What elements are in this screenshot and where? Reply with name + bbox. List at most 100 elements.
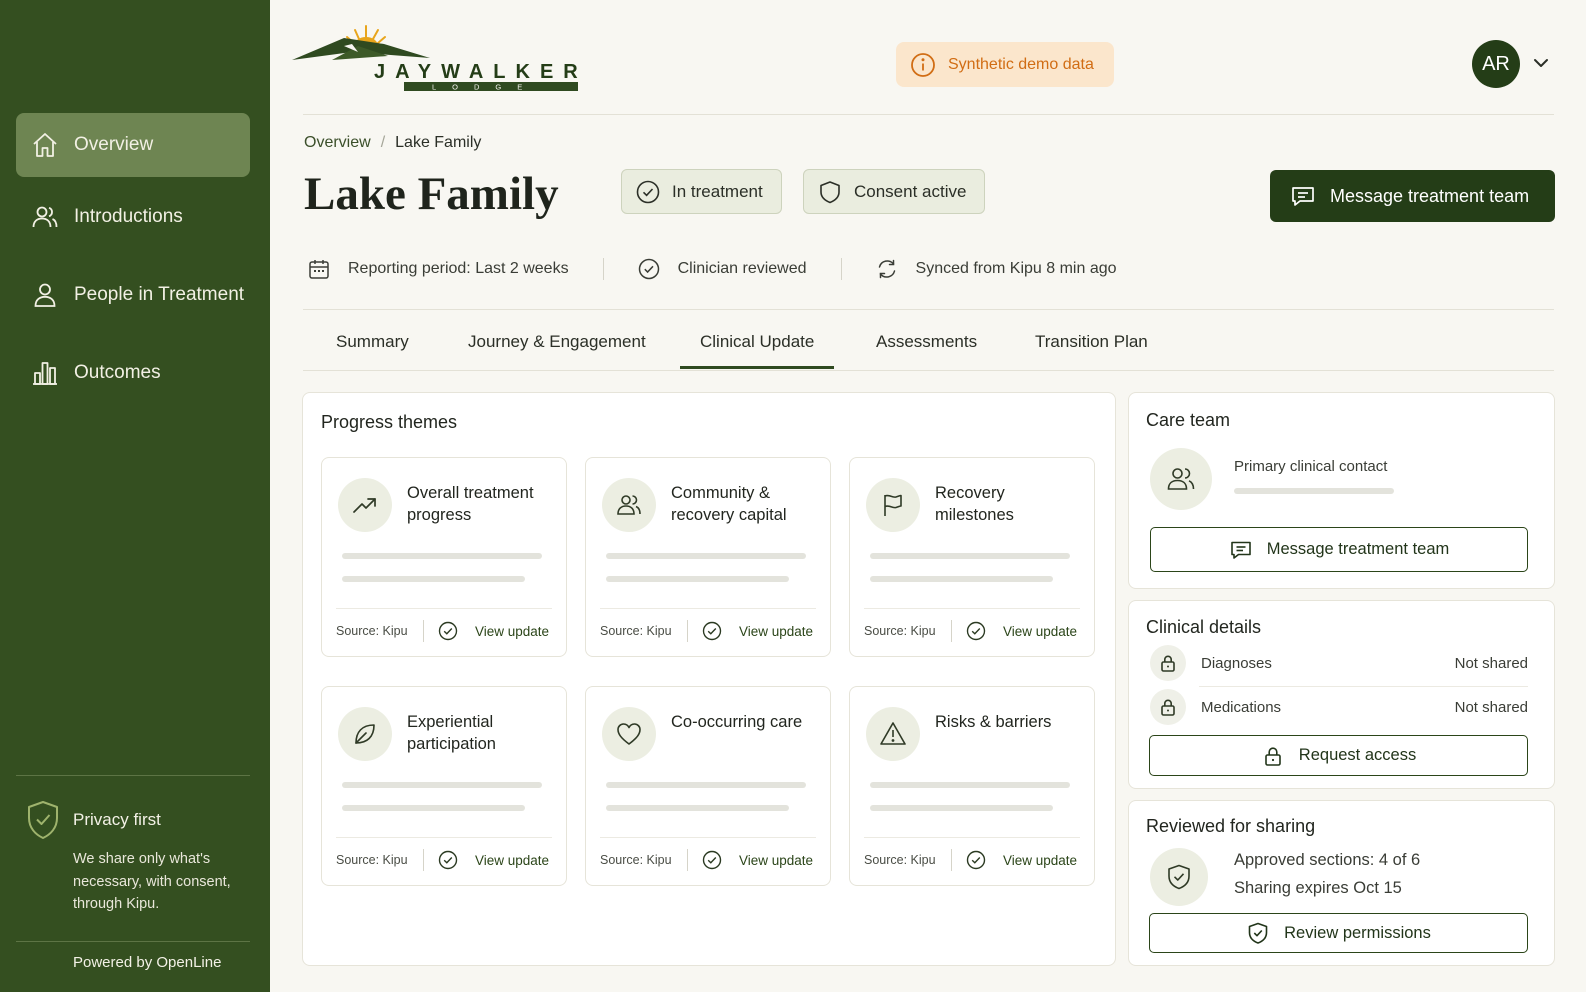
sync-status: Synced from Kipu 8 min ago (876, 258, 1117, 280)
heart-icon (602, 707, 656, 761)
sidebar-item-overview[interactable]: Overview (16, 113, 250, 177)
clinician-reviewed: Clinician reviewed (638, 258, 807, 280)
meta-divider (602, 258, 604, 280)
card-divider (336, 608, 552, 609)
view-update-link[interactable]: View update (739, 624, 813, 639)
sharing-panel: Reviewed for sharing Approved sections: … (1128, 800, 1555, 966)
message-care-team-button[interactable]: Message treatment team (1150, 527, 1528, 572)
message-care-team-label: Message treatment team (1266, 540, 1450, 558)
theme-card-title: Risks & barriers (935, 713, 1052, 731)
theme-card-title: Overall treatment progress (407, 484, 534, 524)
powered-by: Powered by OpenLine (73, 954, 222, 971)
skeleton-line (342, 782, 542, 788)
tab-transition-plan[interactable]: Transition Plan (1035, 332, 1148, 352)
message-treatment-team-button[interactable]: Message treatment team (1270, 170, 1555, 222)
progress-themes-title: Progress themes (321, 412, 458, 432)
calendar-icon (308, 258, 330, 280)
tab-bar: Summary Journey & Engagement Clinical Up… (303, 316, 1554, 371)
lock-icon (1150, 689, 1186, 725)
medications-value: Not shared (1454, 699, 1528, 716)
demo-badge-label: Synthetic demo data (948, 55, 1094, 73)
person-icon (30, 280, 60, 310)
view-update-link[interactable]: View update (475, 624, 549, 639)
reporting-period: Reporting period: Last 2 weeks (308, 258, 569, 280)
request-access-button[interactable]: Request access (1149, 735, 1528, 776)
tab-journey-engagement[interactable]: Journey & Engagement (468, 332, 646, 352)
info-icon (910, 52, 936, 78)
review-permissions-button[interactable]: Review permissions (1149, 913, 1528, 953)
progress-themes-panel: Progress themes Overall treatment progre… (302, 392, 1116, 966)
view-update-link[interactable]: View update (1003, 624, 1077, 639)
reporting-period-label: Reporting period: Last 2 weeks (348, 260, 569, 277)
care-team-panel: Care team Primary clinical contact Messa… (1128, 392, 1555, 589)
source-label: Source: Kipu (600, 624, 672, 638)
source-label: Source: Kipu (600, 853, 672, 867)
diagnoses-value: Not shared (1454, 655, 1528, 672)
tab-clinical-update[interactable]: Clinical Update (700, 332, 814, 352)
skeleton-line (870, 576, 1053, 582)
check-circle-icon (702, 850, 722, 870)
jaywalker-logo[interactable]: JAYWALKER LODGE (292, 22, 614, 94)
status-badge-label: In treatment (672, 181, 763, 201)
theme-card-title: Experiential participation (407, 713, 496, 753)
breadcrumb: Overview / Lake Family (304, 134, 481, 152)
card-separator (951, 849, 952, 871)
check-circle-icon (702, 621, 722, 641)
active-tab-indicator (680, 366, 834, 369)
meta-row: Reporting period: Last 2 weeks Clinician… (308, 256, 1117, 282)
source-label: Source: Kipu (864, 853, 936, 867)
card-separator (951, 620, 952, 642)
chevron-down-icon[interactable] (1532, 56, 1550, 70)
privacy-text: We share only what's necessary, with con… (73, 851, 231, 912)
card-divider (864, 608, 1080, 609)
meta-divider-line (303, 309, 1554, 310)
tab-assessments[interactable]: Assessments (876, 332, 977, 352)
breadcrumb-overview[interactable]: Overview (304, 134, 371, 152)
sidebar-divider (16, 775, 250, 776)
sync-status-label: Synced from Kipu 8 min ago (915, 260, 1117, 277)
chat-icon (1290, 183, 1316, 209)
warning-icon (866, 707, 920, 761)
message-button-label: Message treatment team (1330, 185, 1530, 206)
tab-summary[interactable]: Summary (336, 332, 409, 352)
sidebar-item-outcomes[interactable]: Outcomes (16, 341, 250, 405)
card-separator (423, 620, 424, 642)
theme-card-co-occurring: Co-occurring care Source: Kipu View upda… (585, 686, 831, 886)
detail-divider (1199, 686, 1528, 687)
sidebar-item-introductions[interactable]: Introductions (16, 185, 250, 249)
diagnoses-label: Diagnoses (1201, 655, 1272, 672)
consent-badge: Consent active (803, 169, 986, 214)
sharing-expiry: Sharing expires Oct 15 (1234, 879, 1402, 897)
view-update-link[interactable]: View update (739, 853, 813, 868)
view-update-link[interactable]: View update (1003, 853, 1077, 868)
home-icon (30, 130, 60, 160)
source-label: Source: Kipu (336, 853, 408, 867)
skeleton-line (606, 553, 806, 559)
svg-text:LODGE: LODGE (432, 83, 538, 92)
theme-card-title: Community & recovery capital (671, 484, 787, 524)
check-circle-icon (636, 180, 660, 204)
check-circle-icon (438, 850, 458, 870)
source-label: Source: Kipu (336, 624, 408, 638)
people-icon (30, 202, 60, 232)
clinician-reviewed-label: Clinician reviewed (677, 260, 807, 277)
skeleton-line (342, 805, 525, 811)
sidebar-item-label: Outcomes (74, 362, 161, 383)
card-separator (423, 849, 424, 871)
medications-label: Medications (1201, 699, 1282, 716)
card-separator (687, 849, 688, 871)
sidebar-item-people-in-treatment[interactable]: People in Treatment (16, 263, 250, 327)
avatar[interactable]: AR (1472, 40, 1520, 88)
breadcrumb-separator: / (380, 134, 386, 151)
view-update-link[interactable]: View update (475, 853, 549, 868)
lock-icon (1150, 645, 1186, 681)
lock-icon (1261, 744, 1285, 768)
shield-check-icon (1150, 848, 1208, 906)
check-circle-icon (966, 621, 986, 641)
review-permissions-label: Review permissions (1284, 923, 1431, 942)
care-team-icon (1150, 448, 1212, 510)
shield-check-icon (26, 800, 60, 840)
skeleton-line (606, 782, 806, 788)
theme-card-experiential: Experiential participation Source: Kipu … (321, 686, 567, 886)
card-divider (600, 837, 816, 838)
